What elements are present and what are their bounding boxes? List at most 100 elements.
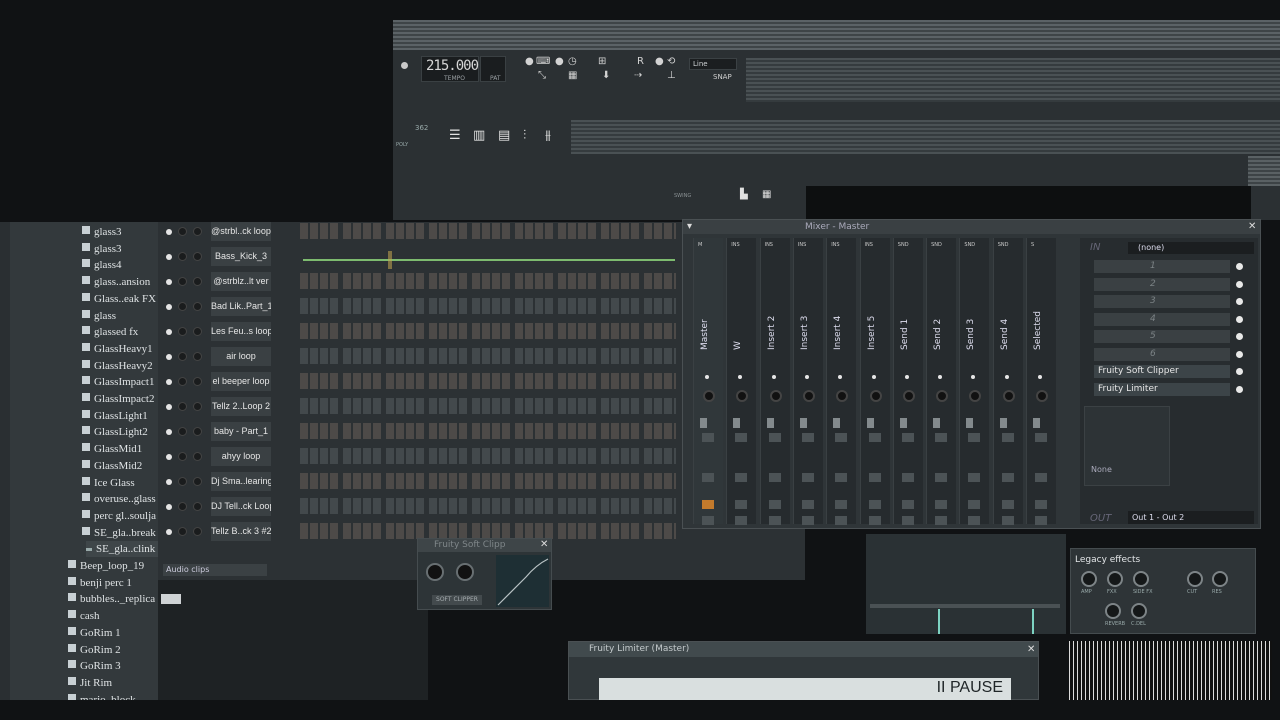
channel-name-button[interactable]: ahyy loop [211,447,271,466]
pan-knob[interactable] [836,390,849,402]
pan-knob[interactable] [1002,390,1015,402]
channel-pan-knob[interactable] [178,252,187,261]
browser-item[interactable]: glass3 [82,224,158,240]
mixer-menu-icon[interactable]: ▾ [687,222,692,232]
route-button[interactable] [935,473,948,482]
threshold-knob[interactable] [426,563,444,581]
slot-enable-led[interactable] [1236,386,1243,393]
channel-pan-knob[interactable] [178,427,187,436]
route-button[interactable] [735,433,748,442]
browser-item[interactable]: glass..ansion [82,274,158,290]
legacy-knob[interactable] [1212,571,1228,587]
volume-fader[interactable] [733,418,741,428]
step-sequencer[interactable] [300,373,676,389]
route-button[interactable] [735,500,748,509]
mixer-track[interactable]: SND Send 2 [926,238,957,525]
browser-item[interactable]: SE_gla..break [82,525,158,541]
legacy-knob[interactable] [1131,603,1147,619]
channel-mute-led[interactable] [166,429,172,435]
browser-item[interactable]: Glass..eak FX [82,291,158,307]
browser-item[interactable]: Jit Rim [68,675,158,691]
channel-pan-knob[interactable] [178,302,187,311]
pan-knob[interactable] [736,390,749,402]
channel-volume-knob[interactable] [193,527,202,536]
channel-name-button[interactable]: @strblz..lt ver [211,272,271,291]
channel-volume-knob[interactable] [193,227,202,236]
effect-slot[interactable]: 6 [1094,348,1230,361]
route-button[interactable] [835,516,848,525]
channel-mute-led[interactable] [166,479,172,485]
route-button[interactable] [1035,433,1047,442]
pattern-mode-icon[interactable]: ⊞ [598,57,606,67]
route-button[interactable] [768,516,781,525]
route-button[interactable] [1035,516,1047,525]
channel-mute-led[interactable] [166,529,172,535]
step-sequencer[interactable] [300,323,676,339]
route-button[interactable] [1001,500,1014,509]
slot-enable-led[interactable] [1236,316,1243,323]
step-sequencer[interactable] [300,448,676,464]
route-button[interactable] [1001,433,1014,442]
slot-enable-led[interactable] [1236,368,1243,375]
volume-fader[interactable] [833,418,841,428]
slot-enable-led[interactable] [1236,263,1243,270]
typing-keyboard-icon[interactable]: ⌨ [536,57,550,67]
route-button[interactable] [868,500,881,509]
channel-name-button[interactable]: Les Feu..s loop [211,322,271,341]
track-led[interactable] [904,375,909,379]
browser-item[interactable]: mario_block [68,692,158,700]
volume-fader[interactable] [899,418,907,428]
volume-fader[interactable] [999,418,1007,428]
limiter-panel[interactable]: II PAUSE [599,678,1011,700]
limiter-titlebar[interactable]: Fruity Limiter (Master) ✕ [569,642,1038,657]
route-button[interactable] [801,473,814,482]
legacy-knob[interactable] [1187,571,1203,587]
route-button[interactable] [868,433,881,442]
volume-fader[interactable] [766,418,774,428]
pan-knob[interactable] [703,390,715,402]
channel-piano-roll-preview[interactable] [300,248,676,269]
route-button[interactable] [1035,500,1047,509]
browser-item[interactable]: Beep_loop_19 [68,558,158,574]
pan-knob[interactable] [936,390,949,402]
volume-fader[interactable] [799,418,807,428]
mixer-track[interactable]: S Selected [1026,238,1056,525]
channel-name-button[interactable]: Tellz 2..Loop 2 [211,397,271,416]
recording-filter-icon[interactable]: R [637,57,644,67]
post-gain-knob[interactable] [456,563,474,581]
track-led[interactable] [771,375,776,379]
browser-item[interactable]: GoRim 2 [68,642,158,658]
browser-item[interactable]: GoRim 1 [68,625,158,641]
channel-volume-knob[interactable] [193,427,202,436]
route-button[interactable] [901,500,914,509]
volume-fader[interactable] [700,418,707,428]
stand-icon[interactable]: ⊥ [667,71,676,81]
browser-item[interactable]: GlassLight1 [82,408,158,424]
channel-volume-knob[interactable] [193,352,202,361]
route-button[interactable] [901,433,914,442]
channel-mute-led[interactable] [166,254,172,260]
volume-fader[interactable] [1033,418,1040,428]
slot-enable-led[interactable] [1236,333,1243,340]
pan-knob[interactable] [869,390,882,402]
route-button[interactable] [768,433,781,442]
legacy-knob[interactable] [1081,571,1097,587]
step-sequencer[interactable] [300,523,676,539]
browser-item[interactable]: GlassImpact1 [82,374,158,390]
browser-item[interactable]: GlassMid2 [82,458,158,474]
keyboard-icon[interactable]: ▦ [762,189,771,200]
input-select[interactable]: (none) [1128,242,1254,254]
effect-slot[interactable]: 2 [1094,278,1230,291]
playlist-icon[interactable]: ☰ [449,128,461,143]
mixer-track[interactable]: INS Insert 4 [826,238,857,525]
pattern-display[interactable]: PAT [480,56,506,82]
slot-enable-led[interactable] [1236,281,1243,288]
loop-icon[interactable]: ⟲ [667,57,675,67]
browser-item[interactable]: GoRim 3 [68,658,158,674]
route-button[interactable] [702,500,714,509]
mixer-track[interactable]: INS W [726,238,757,525]
effect-slot[interactable]: 1 [1094,260,1230,273]
master-pitch-icon[interactable]: ● [655,57,664,67]
effect-slot[interactable]: Fruity Limiter [1094,383,1230,396]
route-button[interactable] [835,500,848,509]
